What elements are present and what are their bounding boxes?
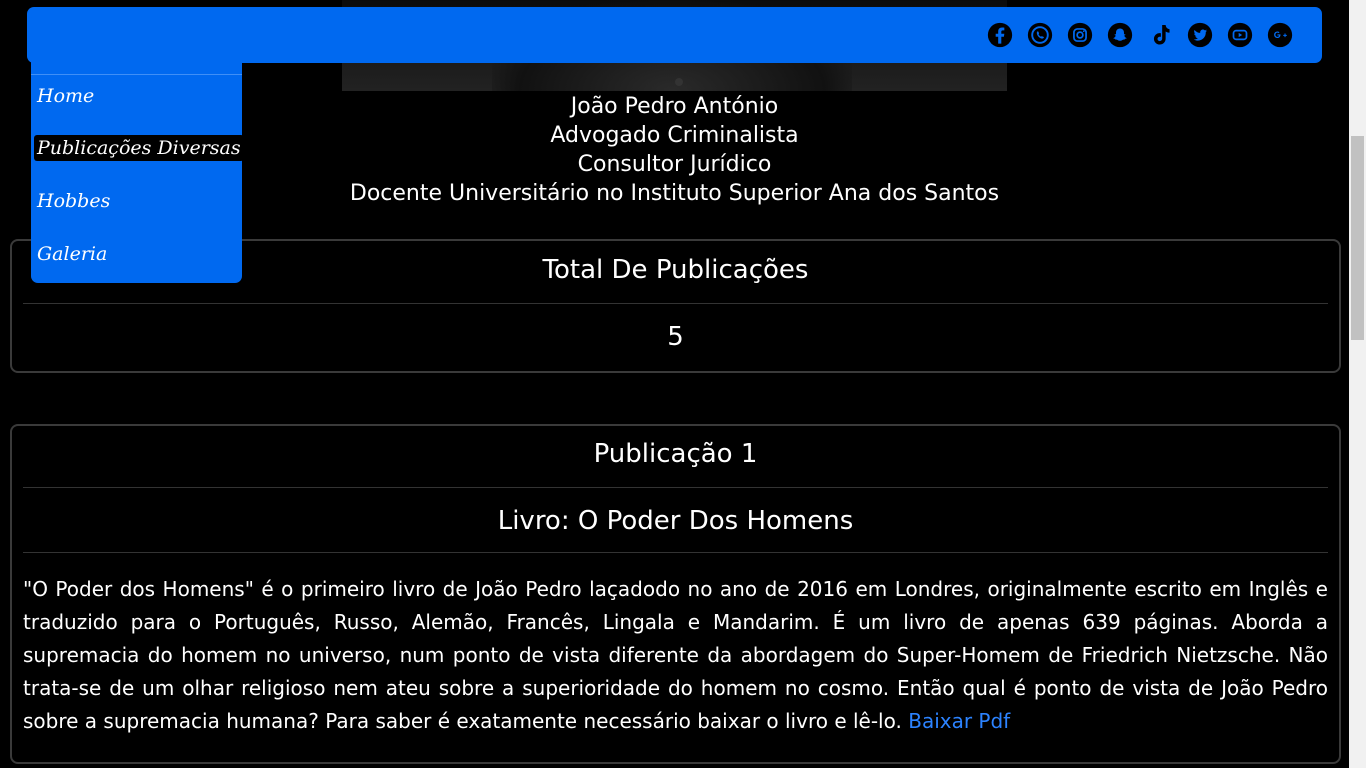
publication-title: Publicação 1: [593, 439, 758, 469]
download-pdf-link[interactable]: Baixar Pdf: [908, 709, 1010, 733]
social-links: [984, 21, 1296, 49]
facebook-icon[interactable]: [984, 21, 1016, 49]
tiktok-icon[interactable]: [1144, 21, 1176, 49]
scrollbar-thumb[interactable]: [1351, 136, 1364, 340]
publication-count: 5: [667, 322, 684, 352]
publication-card: Publicação 1 Livro: O Poder Dos Homens "…: [10, 424, 1341, 764]
description-text: "O Poder dos Homens" é o primeiro livro …: [23, 577, 1328, 733]
menu-item-galeria[interactable]: Galeria: [34, 241, 110, 267]
snapchat-icon[interactable]: [1104, 21, 1136, 49]
youtube-icon[interactable]: [1224, 21, 1256, 49]
google-plus-icon[interactable]: [1264, 21, 1296, 49]
instagram-icon[interactable]: [1064, 21, 1096, 49]
whatsapp-icon[interactable]: [1024, 21, 1056, 49]
publication-description: "O Poder dos Homens" é o primeiro livro …: [23, 553, 1328, 738]
page-scrollbar[interactable]: [1349, 0, 1366, 768]
menu-item-hobbes[interactable]: Hobbes: [34, 188, 113, 214]
menu-divider: [31, 74, 242, 75]
menu-item-home[interactable]: Home: [34, 83, 97, 109]
side-navigation-menu: Home Publicações Diversas Hobbes Galeria: [31, 13, 244, 283]
twitter-icon[interactable]: [1184, 21, 1216, 49]
menu-item-publicacoes-diversas[interactable]: Publicações Diversas: [34, 135, 244, 161]
publication-subtitle: Livro: O Poder Dos Homens: [497, 506, 854, 536]
